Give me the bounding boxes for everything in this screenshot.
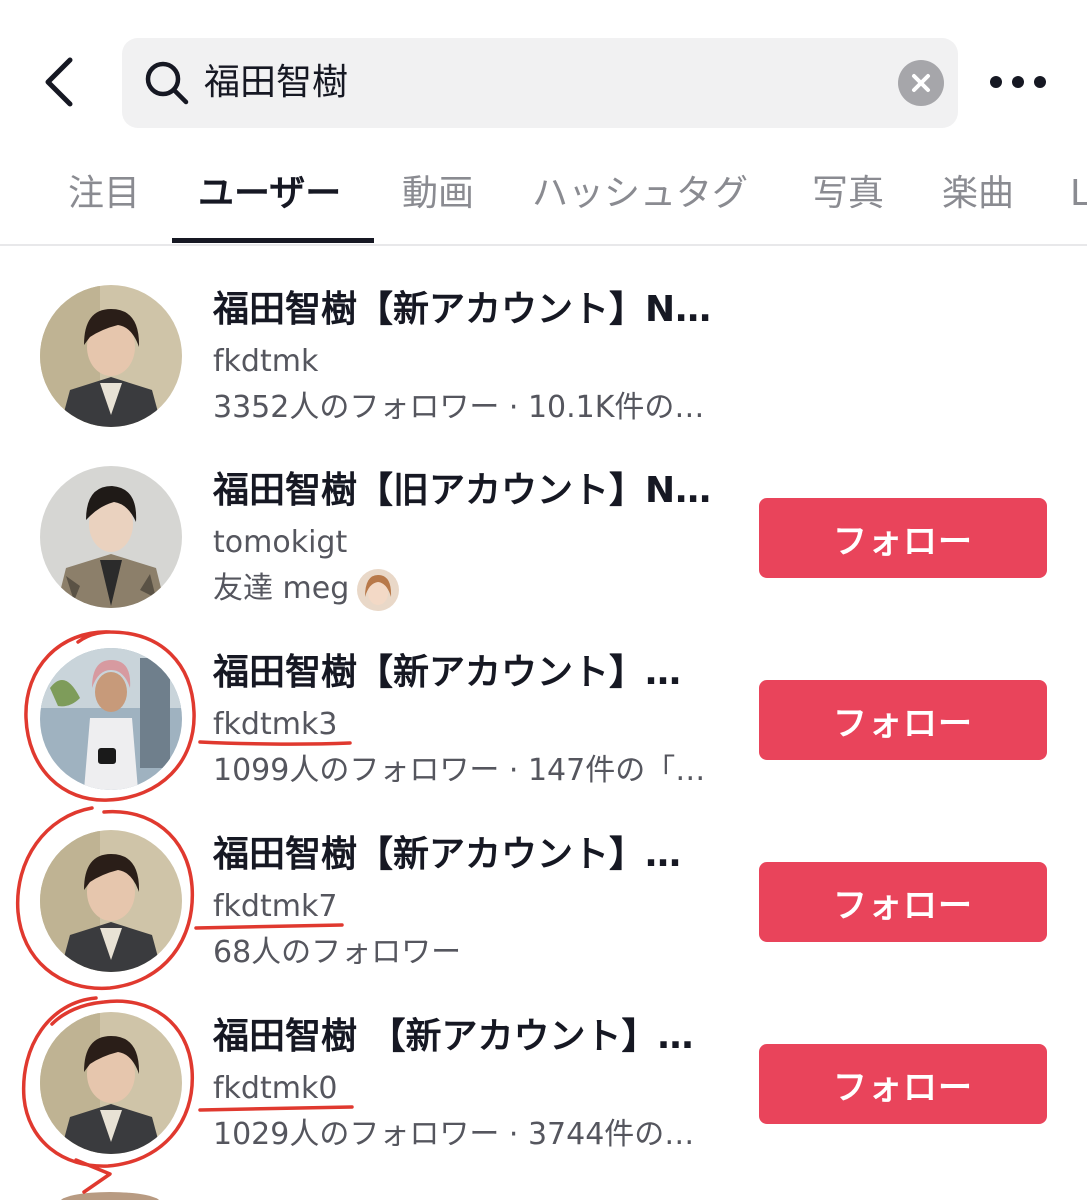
avatar[interactable]	[40, 830, 182, 972]
user-stats: 68人のフォロワー	[213, 935, 462, 970]
user-stats: 1099人のフォロワー · 147件の「…	[213, 753, 706, 788]
user-handle: fkdtmk7	[213, 889, 338, 924]
user-display-name: 福田智樹【新アカウント】…	[213, 834, 682, 875]
user-display-name: 福田智樹 【新アカウント】…	[213, 1016, 694, 1057]
follow-button[interactable]: フォロー	[759, 1044, 1047, 1124]
avatar[interactable]	[40, 648, 182, 790]
user-result-row[interactable]: 福田智樹 【新アカウント】… fkdtmk0 1029人のフォロワー · 374…	[0, 1012, 1087, 1194]
search-icon	[145, 61, 189, 105]
tab-sounds[interactable]: 楽曲	[942, 166, 1014, 222]
back-button[interactable]	[30, 52, 90, 112]
follow-button[interactable]: フォロー	[759, 862, 1047, 942]
mutual-friend-text: 友達 meg	[213, 571, 350, 606]
tab-live[interactable]: L	[1070, 166, 1087, 222]
user-display-name: 福田智樹【新アカウント】N…	[213, 289, 712, 330]
user-result-row[interactable]: 福田智樹【新アカウント】N… fkdtmk 3352人のフォロワー · 10.1…	[0, 285, 1087, 467]
tab-bar: 注目 ユーザー 動画 ハッシュタグ 写真 楽曲 L	[0, 150, 1087, 246]
search-bar[interactable]: 福田智樹	[122, 38, 958, 128]
tab-trending[interactable]: 注目	[68, 166, 140, 222]
mutual-friend: 友達 meg	[213, 567, 733, 611]
avatar[interactable]	[40, 1012, 182, 1154]
user-handle: fkdtmk0	[213, 1071, 338, 1106]
search-input[interactable]: 福田智樹	[204, 58, 348, 108]
user-result-row[interactable]: 福田智樹【新アカウント】… fkdtmk7 68人のフォロワー フォロー	[0, 830, 1087, 1012]
active-tab-indicator	[172, 238, 374, 243]
user-handle: fkdtmk	[213, 344, 319, 379]
user-display-name: 福田智樹【旧アカウント】N…	[213, 470, 712, 511]
user-result-row[interactable]: 福田智樹【旧アカウント】N… tomokigt 友達 meg フォロー	[0, 466, 1087, 648]
tab-hashtags[interactable]: ハッシュタグ	[532, 166, 748, 222]
clear-search-button[interactable]	[898, 60, 944, 106]
clear-icon	[912, 74, 930, 92]
tab-users[interactable]: ユーザー	[198, 166, 341, 222]
user-stats: 1029人のフォロワー · 3744件の…	[213, 1117, 695, 1152]
user-result-row[interactable]: 福田智樹【新アカウント】… fkdtmk3 1099人のフォロワー · 147件…	[0, 648, 1087, 830]
more-icon-dot	[990, 76, 1002, 88]
friend-avatar	[357, 568, 400, 611]
user-handle: tomokigt	[213, 525, 348, 560]
tab-videos[interactable]: 動画	[402, 166, 474, 222]
user-handle: fkdtmk3	[213, 707, 338, 742]
avatar[interactable]	[40, 285, 182, 427]
tab-photos[interactable]: 写真	[812, 166, 884, 222]
more-icon-dot	[1012, 76, 1024, 88]
follow-button[interactable]: フォロー	[759, 680, 1047, 760]
user-stats: 3352人のフォロワー · 10.1K件の…	[213, 390, 705, 425]
user-display-name: 福田智樹【新アカウント】…	[213, 652, 682, 693]
more-button[interactable]	[990, 60, 1046, 104]
follow-button[interactable]: フォロー	[759, 498, 1047, 578]
more-icon-dot	[1034, 76, 1046, 88]
chevron-left-icon	[45, 57, 73, 107]
avatar[interactable]	[40, 466, 182, 608]
